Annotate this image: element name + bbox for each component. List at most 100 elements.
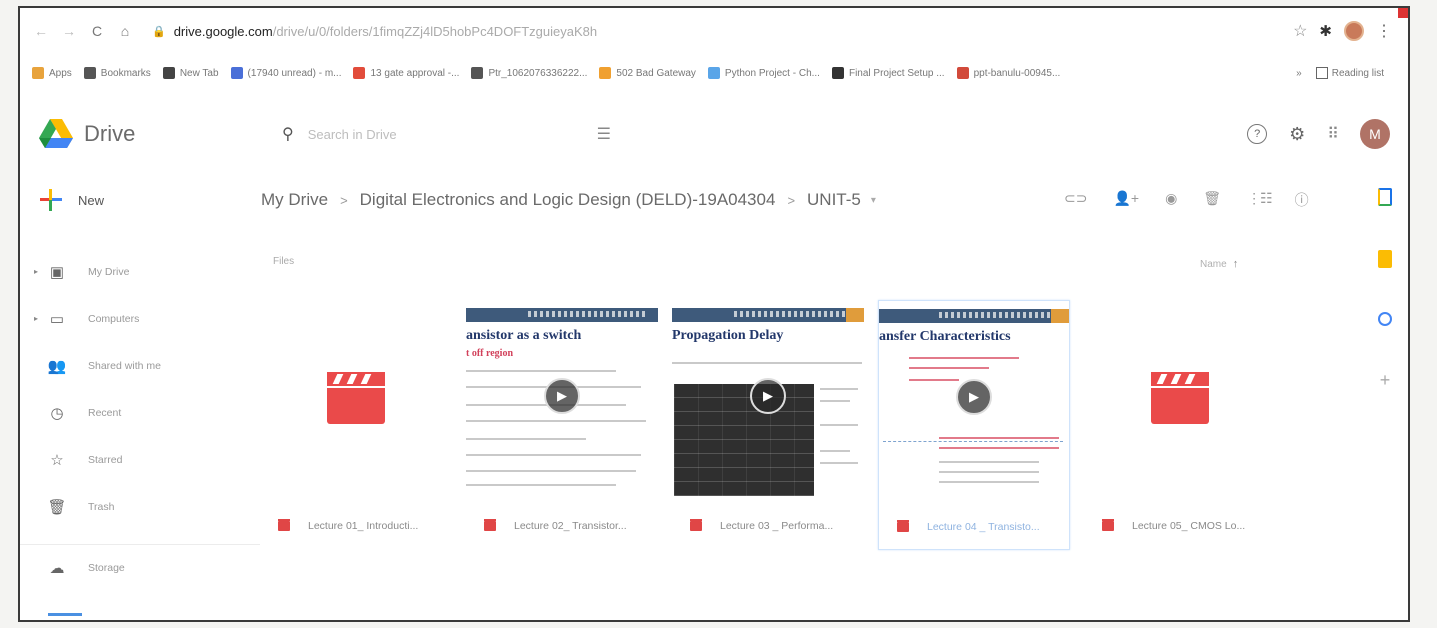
bookmark-star-icon[interactable]: ☆: [1293, 21, 1307, 41]
search-icon[interactable]: ⚲: [282, 124, 294, 144]
slide-text-line: [466, 438, 586, 440]
extensions-icon[interactable]: ✱: [1319, 22, 1332, 40]
sidebar-item-recent[interactable]: ◷ Recent: [20, 389, 260, 436]
url-host: drive.google.com: [173, 23, 273, 39]
file-card[interactable]: Propagation Delay ▶ Lecture 03 _ Performa.…: [672, 300, 864, 550]
chevron-down-icon[interactable]: ▾: [871, 195, 876, 206]
file-thumbnail[interactable]: [1084, 300, 1276, 496]
slide-text-line: [466, 370, 616, 372]
cloud-icon: ☁: [49, 560, 65, 577]
more-options-icon[interactable]: ⋮: [1247, 190, 1261, 207]
search-input[interactable]: ⚲ Search in Drive ☰: [272, 112, 882, 156]
sidebar-item-my-drive[interactable]: ▸ ▣ My Drive: [20, 248, 260, 295]
breadcrumb-my-drive[interactable]: My Drive: [261, 190, 328, 210]
computers-icon: ▭: [49, 310, 65, 328]
list-view-icon[interactable]: ☷: [1260, 190, 1273, 210]
link-icon[interactable]: ⊂⊃: [1064, 190, 1087, 207]
file-name-label: Lecture 02_ Transistor...: [514, 520, 627, 532]
graph-curve-line: [883, 441, 1063, 443]
reload-icon[interactable]: C: [86, 20, 108, 42]
star-icon: ☆: [50, 451, 64, 469]
file-thumbnail[interactable]: ansistor as a switch t off region ▶: [466, 300, 658, 496]
google-apps-icon[interactable]: ⠿: [1327, 124, 1339, 144]
sort-name-button[interactable]: Name ↑: [1200, 258, 1238, 270]
sidebar-item-starred[interactable]: ☆ Starred: [20, 436, 260, 483]
file-name[interactable]: Lecture 03 _ Performa...: [690, 519, 833, 532]
sidebar-item-computers[interactable]: ▸ ▭ Computers: [20, 295, 260, 342]
slide-subtitle: t off region: [466, 348, 514, 359]
slide-text-line: [672, 362, 862, 364]
profile-avatar[interactable]: [1344, 21, 1364, 41]
sidebar-item-label: Shared with me: [88, 359, 161, 372]
file-name[interactable]: Lecture 02_ Transistor...: [484, 519, 627, 532]
drive-logo[interactable]: Drive: [38, 118, 248, 150]
bookmark-label: Python Project - Ch...: [724, 67, 820, 79]
bookmark-favicon-icon: [707, 67, 720, 79]
side-panel: +: [1370, 188, 1400, 391]
forward-icon[interactable]: →: [58, 20, 80, 42]
file-card[interactable]: Lecture 05_ CMOS Lo...: [1084, 300, 1276, 550]
get-addons-plus-icon[interactable]: +: [1380, 370, 1391, 391]
slide-header-band: [672, 308, 864, 322]
calendar-icon[interactable]: [1378, 188, 1392, 206]
file-card[interactable]: ansfer Characteristics ▶ Lecture 04 _ Tran…: [878, 300, 1070, 550]
file-name[interactable]: Lecture 05_ CMOS Lo...: [1102, 519, 1245, 532]
file-name[interactable]: Lecture 04 _ Transisto...: [897, 520, 1040, 533]
file-name-label: Lecture 04 _ Transisto...: [927, 521, 1040, 533]
bookmark-item[interactable]: 502 Bad Gateway: [599, 67, 696, 79]
preview-eye-icon[interactable]: ◉: [1165, 190, 1177, 207]
trash-icon[interactable]: 🗑: [1203, 190, 1221, 207]
bookmark-favicon-icon: [471, 67, 484, 79]
file-card[interactable]: ansistor as a switch t off region ▶ Lecture…: [466, 300, 658, 550]
new-button[interactable]: New: [40, 178, 132, 222]
sidebar-item-shared-with-me[interactable]: 👥 Shared with me: [20, 342, 260, 389]
bookmark-item[interactable]: ppt-banulu-00945...: [956, 67, 1060, 79]
bookmark-label: New Tab: [179, 67, 219, 79]
bookmark-item[interactable]: New Tab: [162, 67, 219, 79]
help-icon[interactable]: ?: [1247, 124, 1268, 144]
file-thumbnail[interactable]: [260, 300, 452, 496]
slide-text-line: [820, 424, 858, 426]
reading-list-button[interactable]: Reading list: [1315, 67, 1384, 79]
breadcrumb-current-folder[interactable]: UNIT-5: [807, 190, 861, 210]
bookmark-item[interactable]: Final Project Setup ...: [831, 67, 945, 79]
play-icon[interactable]: ▶: [750, 378, 786, 414]
browser-toolbar: ← → C ⌂ 🔒 drive.google.com /drive/u/0/fo…: [20, 8, 1408, 54]
sidebar-item-trash[interactable]: 🗑 Trash: [20, 483, 260, 530]
details-info-icon[interactable]: ⓘ: [1295, 190, 1309, 210]
slide-text-line: [820, 388, 858, 390]
bookmark-item[interactable]: 13 gate approval -...: [353, 67, 459, 79]
address-bar[interactable]: 🔒 drive.google.com /drive/u/0/folders/1f…: [152, 24, 1293, 39]
search-options-icon[interactable]: ☰: [597, 124, 611, 144]
bookmark-item[interactable]: Apps: [32, 67, 72, 79]
sidebar-item-storage[interactable]: ☁ Storage: [20, 544, 260, 591]
bookmark-item[interactable]: (17940 unread) - m...: [230, 67, 341, 79]
play-icon[interactable]: ▶: [956, 379, 992, 415]
browser-menu-icon[interactable]: ⋮: [1376, 21, 1392, 41]
home-icon[interactable]: ⌂: [114, 20, 136, 42]
play-icon[interactable]: ▶: [544, 378, 580, 414]
back-icon[interactable]: ←: [30, 20, 52, 42]
bookmark-label: Apps: [49, 67, 72, 79]
expand-caret-icon[interactable]: ▸: [34, 267, 46, 276]
bookmark-item[interactable]: Ptr_1062076336222...: [471, 67, 587, 79]
video-type-icon: [897, 520, 909, 532]
keep-icon[interactable]: [1378, 250, 1392, 268]
sort-arrow-up-icon: ↑: [1232, 258, 1239, 270]
settings-gear-icon[interactable]: ⚙: [1289, 124, 1305, 145]
share-icon[interactable]: 👤+: [1113, 190, 1139, 207]
file-thumbnail[interactable]: Propagation Delay ▶: [672, 300, 864, 496]
file-thumbnail[interactable]: ansfer Characteristics ▶: [879, 301, 1069, 497]
file-card[interactable]: Lecture 01_ Introducti...: [260, 300, 452, 550]
slide-title: ansistor as a switch: [466, 328, 582, 343]
more-bookmarks-icon[interactable]: »: [1296, 68, 1302, 79]
file-name[interactable]: Lecture 01_ Introducti...: [278, 519, 418, 532]
bookmark-item[interactable]: Bookmarks: [83, 67, 151, 79]
expand-caret-icon[interactable]: ▸: [34, 314, 46, 323]
slide-text-line: [466, 454, 641, 456]
tasks-icon[interactable]: [1378, 312, 1392, 326]
bookmark-item[interactable]: Python Project - Ch...: [707, 67, 820, 79]
account-avatar[interactable]: M: [1360, 119, 1390, 149]
breadcrumb-parent-folder[interactable]: Digital Electronics and Logic Design (DE…: [360, 190, 776, 210]
new-button-label: New: [78, 192, 105, 208]
